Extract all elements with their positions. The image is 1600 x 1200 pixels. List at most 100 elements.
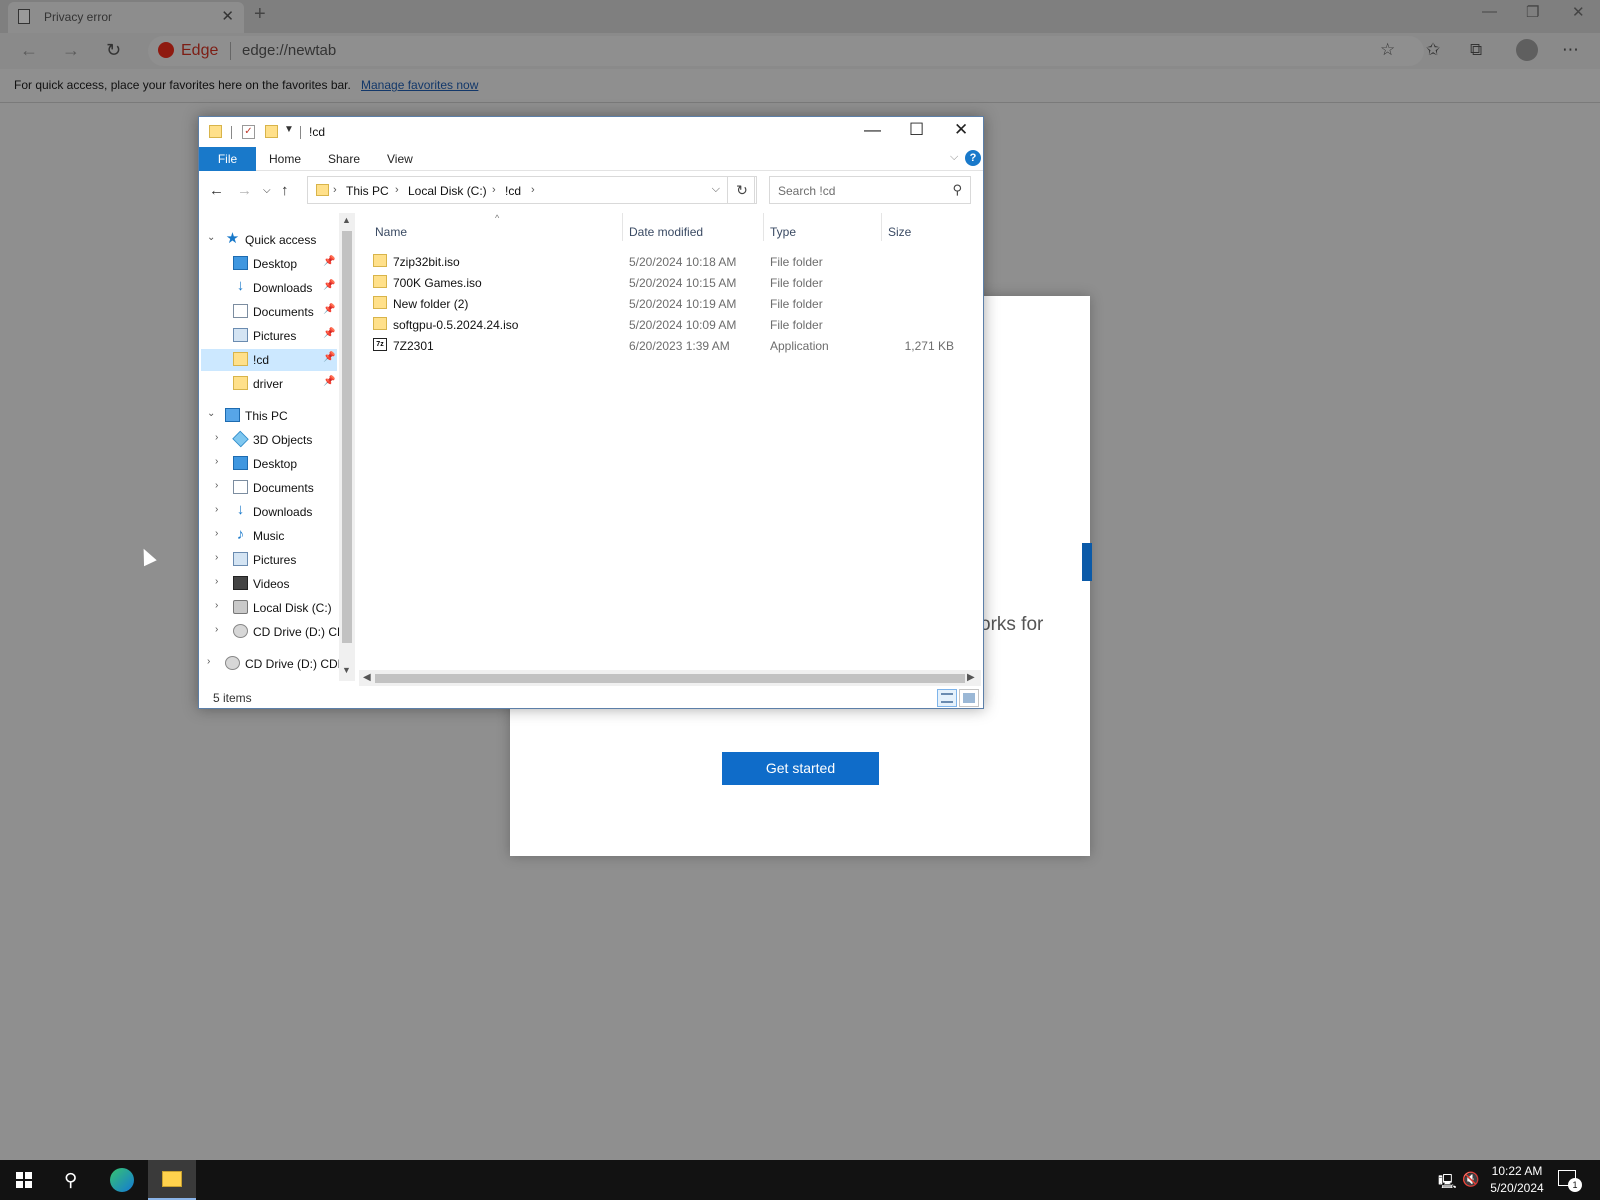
column-size[interactable]: Size [888,225,911,239]
chevron-right-icon[interactable]: › [215,432,218,443]
chevron-right-icon[interactable]: › [215,552,218,563]
details-view-button[interactable] [937,689,957,707]
nav-pc-desktop[interactable]: › Desktop [199,453,339,475]
more-menu-icon[interactable]: ⋯ [1562,40,1579,60]
minimize-icon[interactable]: — [864,120,881,140]
chevron-right-icon[interactable]: › [215,528,218,539]
address-bar[interactable]: Edge edge://newtab [148,36,1424,66]
file-row[interactable]: New folder (2) 5/20/2024 10:19 AM File f… [367,293,967,314]
tab-file[interactable]: File [199,147,256,171]
chevron-down-icon[interactable]: ⌄ [207,232,215,243]
scroll-right-icon[interactable]: ▶ [967,672,975,683]
pin-icon[interactable]: 📌 [323,256,335,267]
pin-icon[interactable]: 📌 [323,352,335,363]
close-icon[interactable]: ✕ [1572,3,1585,21]
chevron-right-icon[interactable]: › [215,456,218,467]
nav-pc-music[interactable]: › ♪ Music [199,525,339,547]
pin-icon[interactable]: 📌 [323,280,335,291]
column-divider[interactable] [881,213,882,241]
column-divider[interactable] [763,213,764,241]
minimize-icon[interactable]: — [1482,3,1497,20]
forward-icon[interactable]: → [62,40,80,61]
scroll-thumb[interactable] [342,231,352,643]
nav-pc-pictures[interactable]: › Pictures [199,549,339,571]
chevron-right-icon[interactable]: › [215,600,218,611]
pin-icon[interactable]: 📌 [323,328,335,339]
pin-icon[interactable]: 📌 [323,376,335,387]
nav-quick-pictures[interactable]: Pictures 📌 [199,325,339,347]
file-explorer-taskbar-button[interactable] [148,1160,196,1200]
large-icons-view-button[interactable] [959,689,979,707]
manage-favorites-link[interactable]: Manage favorites now [361,78,478,92]
nav-cd-drive[interactable]: › CD Drive (D:) CD [199,621,346,643]
breadcrumb[interactable]: › This PC › Local Disk (C:) › !cd › ⌵ [307,176,755,204]
tab-view[interactable]: View [387,152,413,166]
column-name[interactable]: Name [375,225,407,239]
breadcrumb-this-pc[interactable]: This PC [346,184,389,198]
maximize-icon[interactable]: ☐ [909,120,924,140]
back-icon[interactable]: ← [209,182,224,199]
nav-quick-desktop[interactable]: Desktop 📌 [199,253,339,275]
clock-date[interactable]: 5/20/2024 [1488,1181,1546,1195]
collections-icon[interactable]: ⧉ [1470,40,1482,60]
nav-quick-driver[interactable]: driver 📌 [199,373,339,395]
edge-taskbar-button[interactable] [98,1160,146,1200]
column-type[interactable]: Type [770,225,796,239]
pin-icon[interactable]: 📌 [323,304,335,315]
chevron-right-icon[interactable]: › [215,576,218,587]
up-icon[interactable]: ↑ [281,182,289,199]
file-row[interactable]: 700K Games.iso 5/20/2024 10:15 AM File f… [367,272,967,293]
nav-quick-documents[interactable]: Documents 📌 [199,301,339,323]
tab-close-icon[interactable]: ✕ [221,7,234,25]
nav-quick-cd[interactable]: !cd 📌 [201,349,337,371]
nav-cd-drive-root[interactable]: › CD Drive (D:) CDR [199,653,346,675]
chevron-right-icon[interactable]: › [531,184,535,196]
favorite-star-icon[interactable]: ☆ [1380,40,1395,60]
nav-pc-videos[interactable]: › Videos [199,573,339,595]
scroll-down-icon[interactable]: ▼ [342,665,351,675]
tab-home[interactable]: Home [269,152,301,166]
breadcrumb-cd[interactable]: !cd [505,184,521,198]
nav-pc-documents[interactable]: › Documents [199,477,339,499]
breadcrumb-local-disk[interactable]: Local Disk (C:) [408,184,487,198]
column-divider[interactable] [622,213,623,241]
refresh-button[interactable]: ↻ [727,176,757,204]
nav-3d-objects[interactable]: › 3D Objects [199,429,339,451]
profile-avatar[interactable] [1516,39,1538,61]
close-icon[interactable]: ✕ [954,120,968,140]
nav-this-pc[interactable]: ⌄ This PC [199,405,339,427]
tab-share[interactable]: Share [328,152,360,166]
network-icon[interactable]: 🖳 [1438,1171,1457,1195]
address-dropdown-icon[interactable]: ⌵ [712,183,720,196]
new-folder-icon[interactable] [265,125,278,138]
nav-quick-access[interactable]: ⌄ ★ Quick access [199,229,339,251]
qat-dropdown-icon[interactable]: ▼ [284,124,294,135]
favorites-icon[interactable]: ✩ [1426,40,1440,60]
chevron-right-icon[interactable]: › [492,184,496,196]
forward-icon[interactable]: → [237,182,252,199]
clock-time[interactable]: 10:22 AM [1490,1164,1544,1178]
file-row[interactable]: softgpu-0.5.2024.24.iso 5/20/2024 10:09 … [367,314,967,335]
get-started-button[interactable]: Get started [722,752,879,785]
search-button[interactable]: ⚲ [48,1160,96,1200]
nav-scrollbar[interactable]: ▲ ▼ [339,213,355,681]
file-row[interactable]: 7z 7Z2301 6/20/2023 1:39 AM Application … [367,335,967,356]
properties-icon[interactable]: ✓ [242,125,255,139]
chevron-right-icon[interactable]: › [395,184,399,196]
volume-muted-icon[interactable]: 🔇 [1462,1171,1479,1188]
horizontal-scrollbar[interactable]: ◀ ▶ [359,670,981,686]
restore-icon[interactable]: ❐ [1526,3,1539,21]
nav-pc-downloads[interactable]: › ↓ Downloads [199,501,339,523]
scroll-up-icon[interactable]: ▲ [342,215,351,225]
chevron-right-icon[interactable]: › [333,184,337,196]
file-row[interactable]: 7zip32bit.iso 5/20/2024 10:18 AM File fo… [367,251,967,272]
recent-locations-icon[interactable]: ⌵ [263,185,271,196]
new-tab-button[interactable]: + [254,3,266,26]
help-icon[interactable]: ? [965,150,981,166]
scroll-thumb[interactable] [375,674,965,683]
scroll-left-icon[interactable]: ◀ [363,672,371,683]
refresh-icon[interactable]: ↻ [106,40,121,61]
browser-tab[interactable]: Privacy error ✕ [8,2,244,33]
chevron-down-icon[interactable]: ⌄ [207,408,215,419]
column-date-modified[interactable]: Date modified [629,225,703,239]
